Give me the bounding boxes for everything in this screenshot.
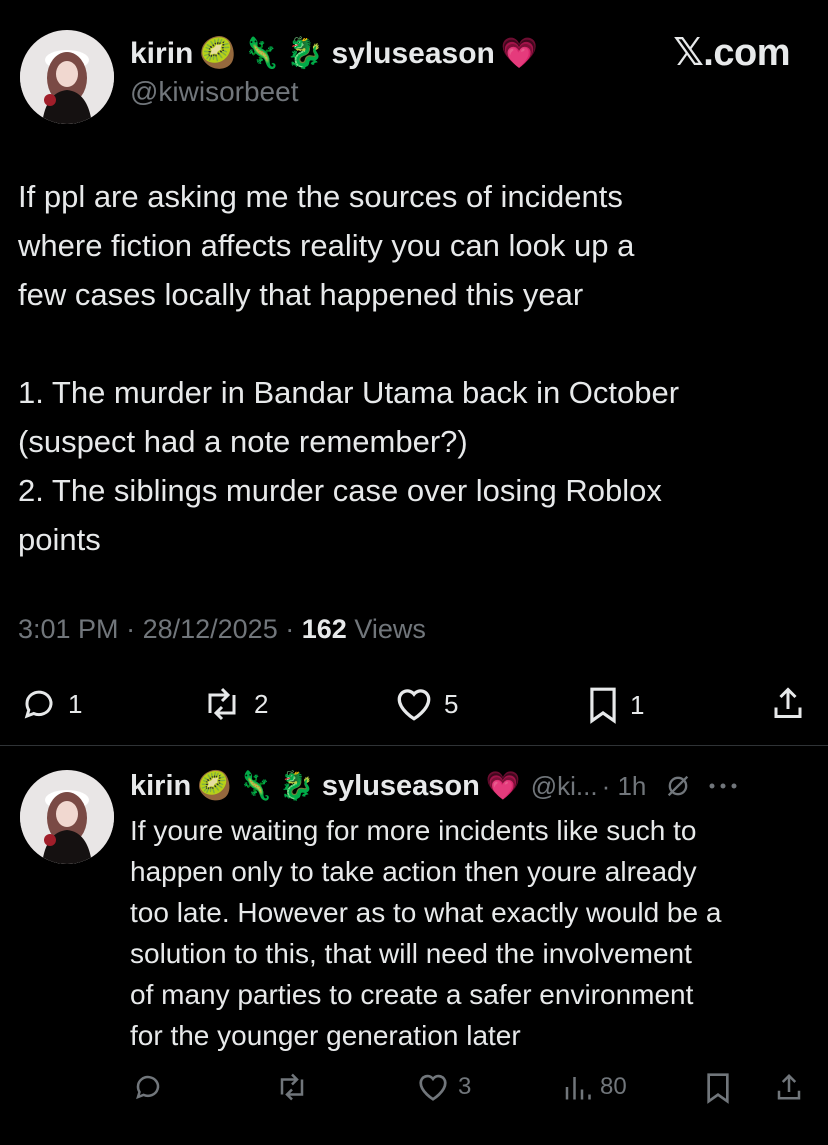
reply-author-avatar[interactable] (20, 770, 114, 864)
reply-button[interactable]: 1 (20, 686, 82, 722)
post-text: If ppl are asking me the sources of inci… (18, 172, 808, 564)
dragon-emoji-icon: 🐉 (286, 37, 324, 70)
views-count: 162 (301, 614, 347, 644)
reply-views-button[interactable]: 80 (562, 1072, 627, 1102)
reply-share-button[interactable] (774, 1071, 804, 1103)
kiwi-emoji-icon: 🥝 (199, 37, 237, 70)
lizard-emoji-icon: 🦎 (242, 37, 281, 70)
bookmark-count: 1 (630, 689, 645, 720)
author-name-suffix: syluseason (331, 37, 495, 70)
post-text-line: If ppl are asking me the sources of inci… (18, 179, 623, 214)
reply-reply-button[interactable] (132, 1072, 164, 1102)
reply-author-name-suffix: syluseason (321, 769, 480, 802)
kiwi-emoji-icon: 🥝 (197, 770, 233, 801)
reply-text-line: If youre waiting for more incidents like… (130, 815, 697, 846)
post-text-line: 2. The siblings murder case over losing … (18, 473, 662, 508)
divider (0, 745, 828, 746)
views-label: Views (354, 614, 426, 644)
reply-views-count: 80 (600, 1073, 627, 1100)
reply-author-name-row[interactable]: kirin 🥝 🦎 🐉 syluseason 💗 @ki... · 1h (130, 766, 738, 806)
share-icon (774, 687, 802, 718)
lizard-emoji-icon: 🦎 (238, 770, 273, 801)
avatar-image (20, 770, 114, 864)
pink-heart-emoji-icon: 💗 (500, 37, 539, 70)
heart-icon (397, 689, 431, 721)
meta-separator: · (126, 614, 143, 644)
post-time[interactable]: 3:01 PM (18, 614, 119, 644)
bookmark-icon (590, 687, 616, 724)
reply-text-line: too late. However as to what exactly wou… (130, 897, 722, 928)
analytics-icon (565, 1077, 591, 1100)
x-brand-logo[interactable]: 𝕏.com (673, 30, 790, 75)
post-meta: 3:01 PM · 28/12/2025 · 162 Views (18, 614, 426, 645)
avatar-image (20, 30, 114, 124)
post-text-blank-line (18, 319, 808, 368)
author-avatar[interactable] (20, 30, 114, 124)
meta-separator: · (285, 614, 302, 644)
reply-text-line: happen only to take action then youre al… (130, 856, 697, 887)
reply-like-button[interactable]: 3 (416, 1072, 471, 1102)
bookmark-icon (707, 1073, 729, 1104)
reply-author-handle[interactable]: @ki... (531, 771, 598, 802)
dragon-emoji-icon: 🐉 (279, 770, 314, 801)
share-icon (777, 1073, 801, 1100)
reply-count: 1 (68, 688, 83, 719)
reply-repost-button[interactable] (274, 1072, 310, 1102)
reply-bookmark-button[interactable] (704, 1072, 732, 1104)
grok-icon[interactable] (664, 772, 692, 800)
like-button[interactable]: 5 (394, 686, 458, 722)
reply-time[interactable]: · 1h (602, 771, 647, 802)
more-options-icon[interactable] (708, 781, 738, 791)
reply-text-line: of many parties to create a safer enviro… (130, 979, 694, 1010)
post-text-line: (suspect had a note remember?) (18, 424, 468, 459)
like-count: 5 (444, 688, 459, 719)
reply-icon (136, 1075, 160, 1100)
post-date[interactable]: 28/12/2025 (143, 614, 278, 644)
author-display-name[interactable]: kirin (130, 37, 193, 71)
reply-text-line: solution to this, that will need the inv… (130, 938, 692, 969)
author-name-row[interactable]: kirin 🥝 🦎 🐉 syluseason 💗 (130, 34, 538, 74)
repost-icon (280, 1073, 304, 1101)
post-text-line: 1. The murder in Bandar Utama back in Oc… (18, 375, 680, 410)
repost-button[interactable]: 2 (200, 686, 268, 722)
bookmark-button[interactable]: 1 (586, 686, 644, 724)
reply-author-display-name[interactable]: kirin (130, 770, 191, 803)
post-text-line: few cases locally that happened this yea… (18, 277, 584, 312)
reply-text-line: for the younger generation later (130, 1020, 521, 1051)
reply-text: If youre waiting for more incidents like… (130, 810, 820, 1056)
pink-heart-emoji-icon: 💗 (485, 770, 521, 801)
heart-icon (419, 1074, 447, 1101)
repost-icon (208, 687, 236, 721)
author-handle[interactable]: @kiwisorbeet (130, 76, 298, 108)
post-text-line: where fiction affects reality you can lo… (18, 228, 635, 263)
reply-icon (24, 690, 53, 719)
post-text-line: points (18, 522, 101, 557)
repost-count: 2 (254, 688, 269, 719)
reply-like-count: 3 (458, 1073, 472, 1100)
share-button[interactable] (770, 684, 806, 722)
